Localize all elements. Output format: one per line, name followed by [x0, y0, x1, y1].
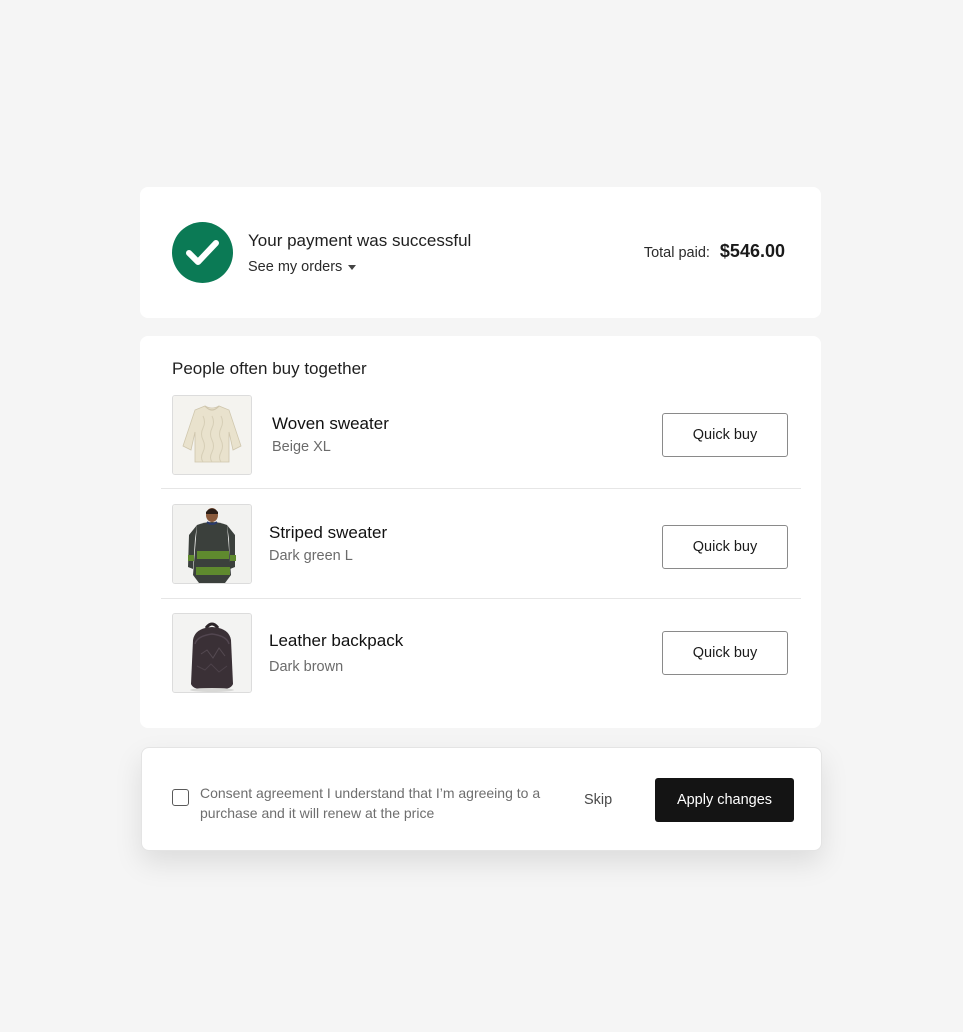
quick-buy-button[interactable]: Quick buy	[662, 525, 788, 569]
see-orders-dropdown[interactable]: See my orders	[248, 259, 357, 275]
product-row: Woven sweater Beige XL Quick buy	[140, 395, 821, 475]
recommendations-heading: People often buy together	[172, 359, 367, 378]
total-paid: Total paid: $546.00	[644, 241, 785, 262]
payment-title: Your payment was successful	[248, 231, 472, 250]
product-name: Striped sweater	[269, 523, 388, 542]
leather-backpack-image	[172, 613, 252, 693]
see-orders-label: See my orders	[248, 259, 343, 275]
product-name: Leather backpack	[269, 631, 404, 650]
quick-buy-button[interactable]: Quick buy	[662, 631, 788, 675]
quick-buy-button[interactable]: Quick buy	[662, 413, 788, 457]
recommendations-card: People often buy together Woven sweater …	[140, 336, 821, 728]
total-paid-label: Total paid:	[643, 245, 710, 261]
total-paid-amount: $546.00	[719, 241, 785, 261]
consent-checkbox[interactable]	[172, 789, 189, 806]
product-variant: Beige XL	[272, 439, 331, 455]
product-name: Woven sweater	[272, 414, 389, 433]
consent-text: Consent agreement I understand that I’m …	[200, 785, 541, 821]
product-row: Leather backpack Dark brown Quick buy	[140, 613, 821, 693]
caret-down-icon	[348, 264, 357, 270]
skip-button[interactable]: Skip	[584, 792, 612, 808]
product-row: Striped sweater Dark green L Quick buy	[140, 504, 821, 584]
striped-sweater-model-image	[172, 504, 252, 584]
beige-sweater-image	[172, 395, 252, 475]
product-variant: Dark brown	[269, 659, 344, 675]
success-check-icon	[172, 222, 233, 283]
row-divider	[161, 488, 801, 489]
payment-success-card: Your payment was successful See my order…	[140, 187, 821, 318]
row-divider	[161, 598, 801, 599]
apply-changes-button[interactable]: Apply changes	[655, 778, 794, 822]
product-variant: Dark green L	[269, 548, 353, 564]
consent-footer-card: Consent agreement I understand that I’m …	[141, 747, 822, 851]
